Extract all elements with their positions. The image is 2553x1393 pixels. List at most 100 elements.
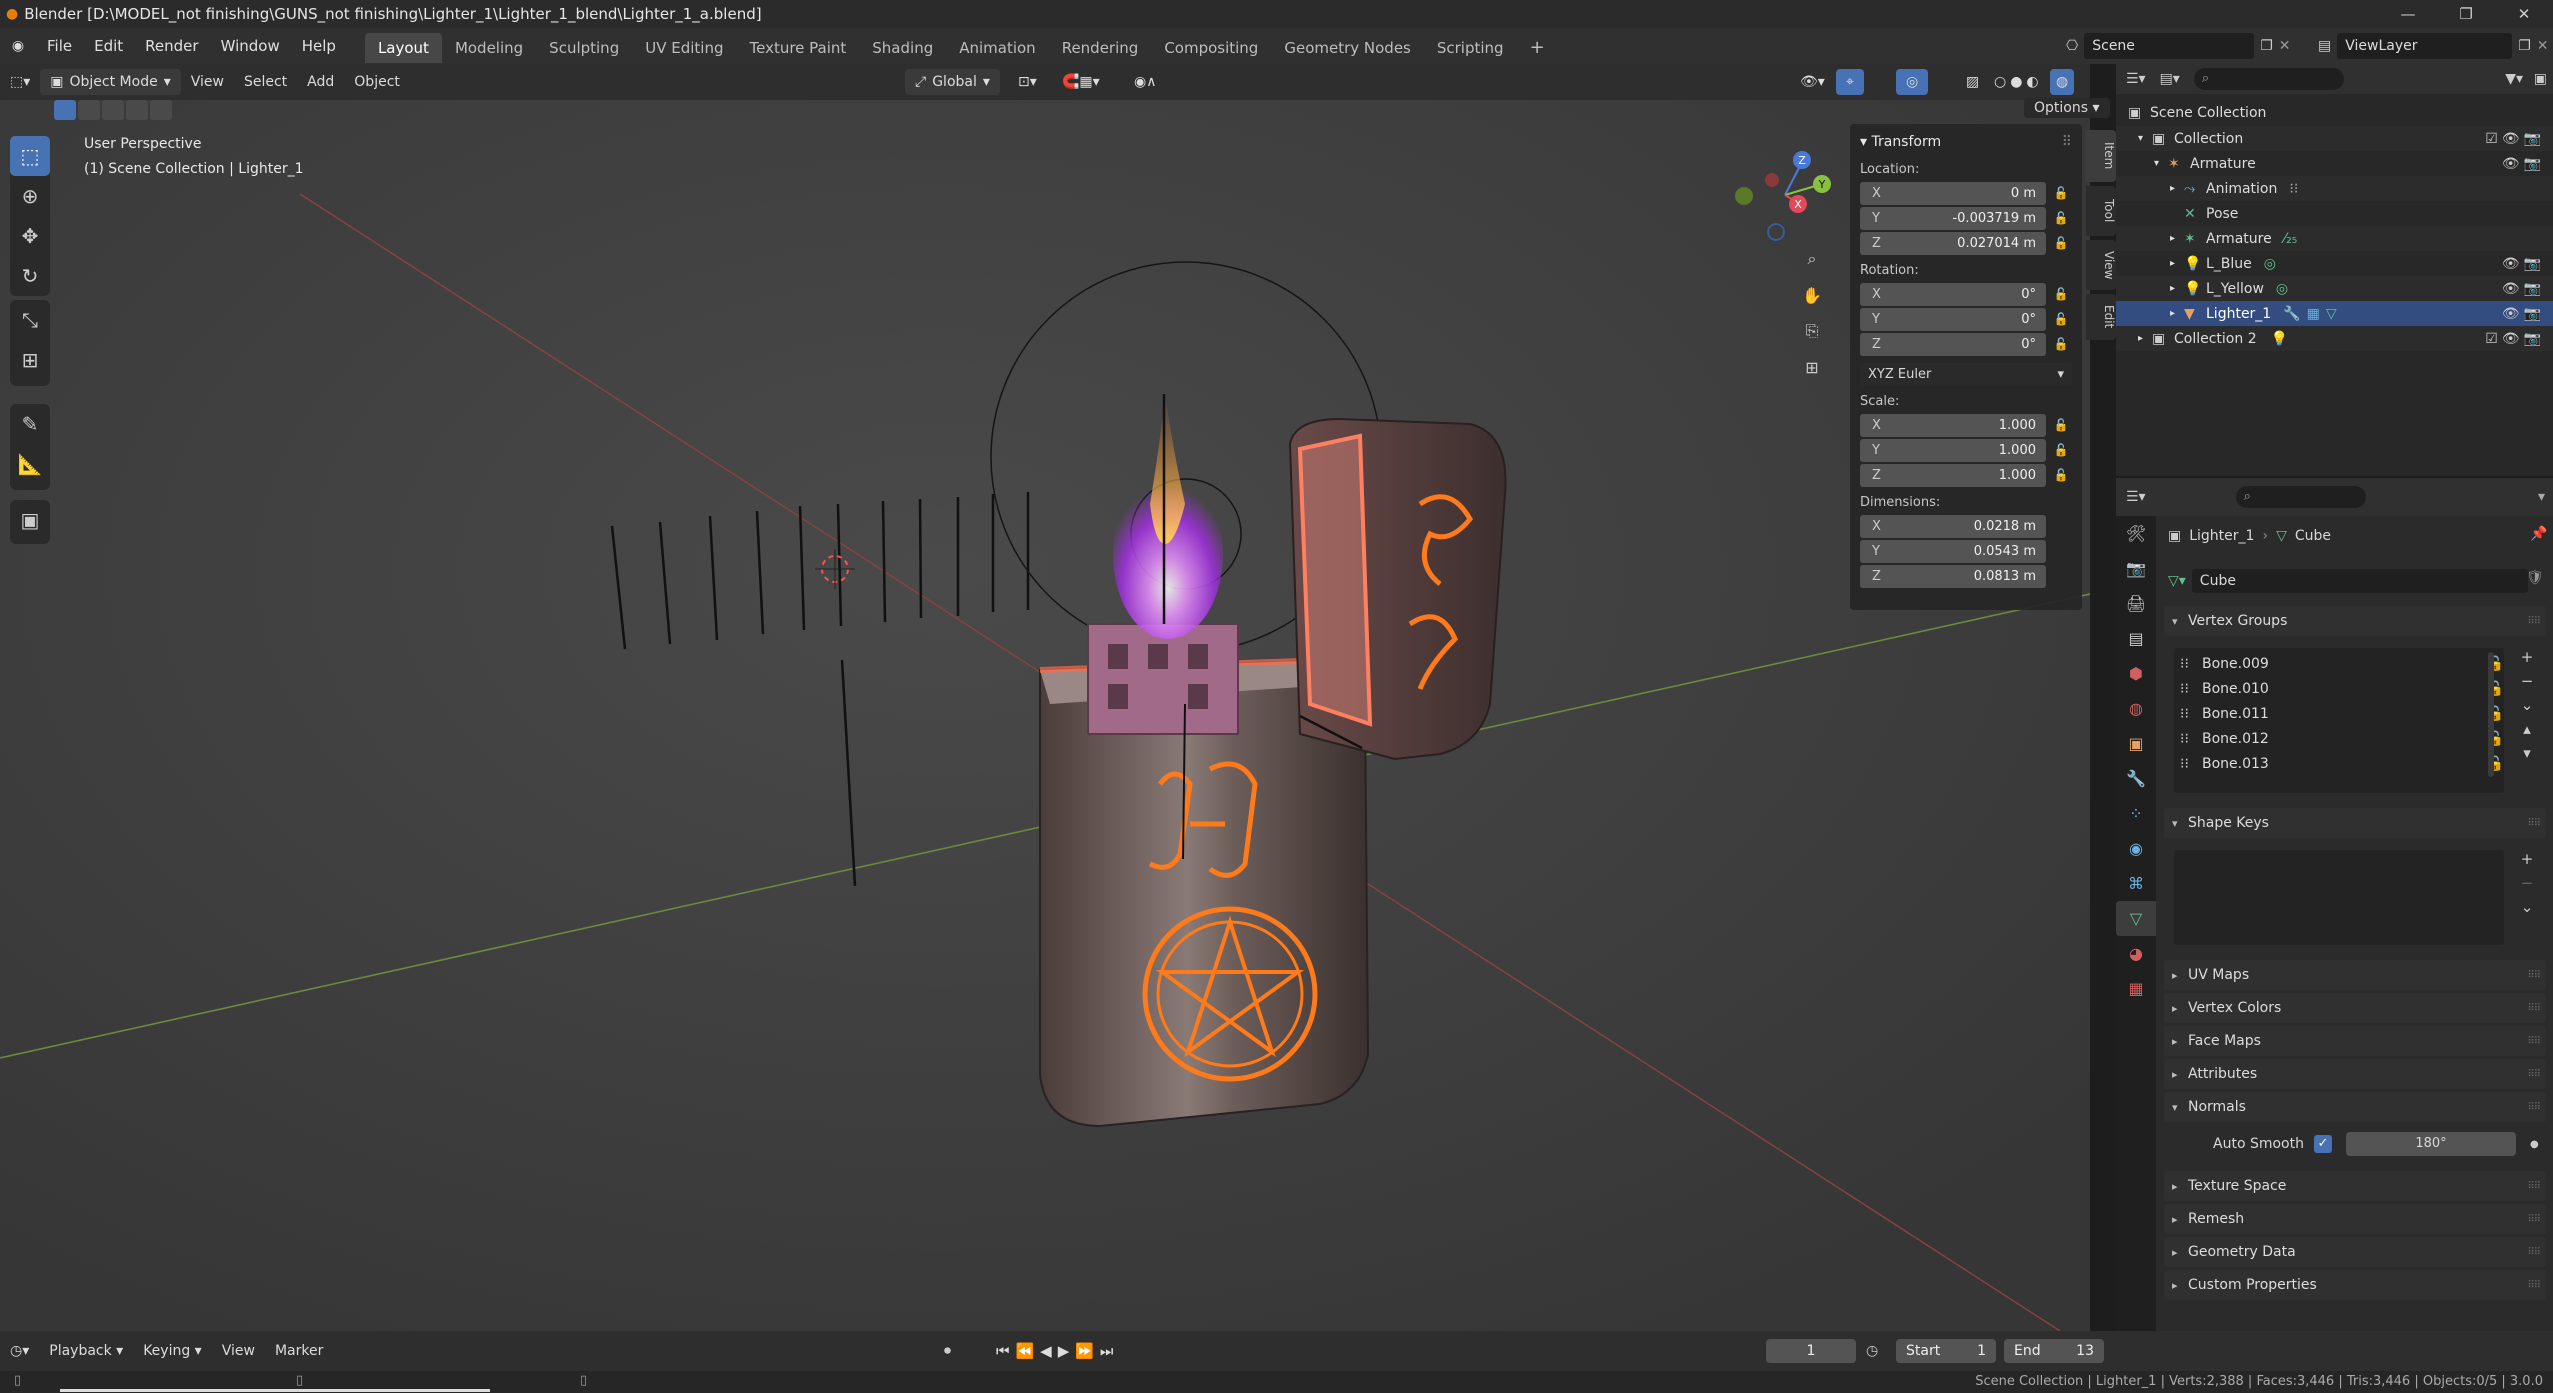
- list-item[interactable]: ⁝⁝ Bone.011 🔓: [2180, 702, 2504, 726]
- outliner-search-input[interactable]: ⌕: [2193, 68, 2344, 90]
- lock-icon[interactable]: 🔓: [2050, 468, 2072, 482]
- expand-arrow-icon[interactable]: ▸: [2138, 333, 2152, 344]
- expand-arrow-icon[interactable]: ▾: [2154, 158, 2168, 169]
- tab-animation[interactable]: Animation: [946, 33, 1048, 63]
- proportional-edit-icon[interactable]: ◉∧: [1124, 69, 1166, 95]
- mode-selector[interactable]: ▣ Object Mode ▾: [40, 69, 181, 95]
- uv-maps-header[interactable]: ▸ UV Maps ⠿⠿: [2164, 960, 2546, 990]
- view-layer-tab-icon[interactable]: ▤: [2116, 621, 2156, 656]
- mesh-data-tab-icon[interactable]: ▽: [2116, 901, 2156, 936]
- custom-properties-header[interactable]: ▸ Custom Properties ⠿⠿: [2164, 1270, 2546, 1300]
- menu-select[interactable]: Select: [234, 69, 297, 95]
- start-frame-field[interactable]: Start 1: [1896, 1339, 1996, 1363]
- tab-sculpting[interactable]: Sculpting: [536, 33, 632, 63]
- select-extend-icon[interactable]: [78, 100, 100, 120]
- cursor-tool[interactable]: ⊕: [10, 176, 50, 216]
- properties-options-icon[interactable]: ▾: [2538, 489, 2545, 505]
- row-toggles-icon[interactable]: 👁📷: [2502, 281, 2545, 297]
- menu-keying[interactable]: Keying ▾: [133, 1338, 212, 1364]
- lock-icon[interactable]: 🔓: [2050, 418, 2072, 432]
- expand-arrow-icon[interactable]: ▸: [2170, 183, 2184, 194]
- lock-icon[interactable]: 🔓: [2050, 287, 2072, 301]
- navigation-gizmo[interactable]: Z Y X: [1730, 140, 1840, 250]
- remove-shape-key-button[interactable]: −: [2516, 874, 2538, 892]
- object-tab-icon[interactable]: ▣: [2116, 726, 2156, 761]
- display-mode-icon[interactable]: ▤▾: [2160, 71, 2180, 87]
- gizmo-toggle-icon[interactable]: ⌖: [1836, 69, 1864, 95]
- list-item[interactable]: ⁝⁝ Bone.012 🔓: [2180, 727, 2504, 751]
- zoom-icon[interactable]: ⌕: [1796, 241, 1828, 277]
- vertex-group-menu-icon[interactable]: ⌄: [2516, 696, 2538, 714]
- particles-tab-icon[interactable]: ⁘: [2116, 796, 2156, 831]
- lock-icon[interactable]: 🔓: [2050, 312, 2072, 326]
- constraints-tab-icon[interactable]: ⌘: [2116, 866, 2156, 901]
- tab-uv-editing[interactable]: UV Editing: [632, 33, 736, 63]
- timeline-editor-icon[interactable]: ◷▾: [0, 1338, 39, 1364]
- close-button[interactable]: ✕: [2495, 0, 2553, 28]
- row-toggles-icon[interactable]: 👁📷: [2502, 256, 2545, 272]
- tab-rendering[interactable]: Rendering: [1049, 33, 1152, 63]
- face-maps-header[interactable]: ▸ Face Maps ⠿⠿: [2164, 1026, 2546, 1056]
- transform-header[interactable]: ▾ Transform ⠿: [1860, 130, 2072, 154]
- remove-vertex-group-button[interactable]: −: [2516, 672, 2538, 690]
- visibility-icon[interactable]: 👁▾: [1790, 69, 1835, 95]
- outliner-row-animation[interactable]: ▸ ⤳ Animation ⁝⁝: [2116, 176, 2553, 201]
- select-new-icon[interactable]: [54, 100, 76, 120]
- mesh-name-field[interactable]: Cube: [2191, 569, 2528, 593]
- row-toggles-icon[interactable]: ☑👁📷: [2485, 331, 2545, 347]
- attributes-header[interactable]: ▸ Attributes ⠿⠿: [2164, 1059, 2546, 1089]
- menu-view[interactable]: View: [181, 69, 234, 95]
- row-toggles-icon[interactable]: 👁📷: [2502, 156, 2545, 172]
- preview-range-icon[interactable]: ◷: [1866, 1343, 1878, 1359]
- output-tab-icon[interactable]: 🖨: [2116, 586, 2156, 621]
- lock-icon[interactable]: 🔓: [2050, 186, 2072, 200]
- playback-controls[interactable]: ⏮⏪◀▶⏩⏭: [996, 1342, 1119, 1360]
- tab-compositing[interactable]: Compositing: [1151, 33, 1271, 63]
- delete-scene-icon[interactable]: ✕: [2279, 38, 2291, 54]
- outliner-row-armature[interactable]: ▾ ✶ Armature 👁📷: [2116, 151, 2553, 176]
- outliner-row-pose[interactable]: ✕ Pose: [2116, 201, 2553, 226]
- rendered-shading-icon[interactable]: ◍: [2050, 69, 2075, 95]
- 3d-viewport[interactable]: ⬚ ⊕ ✥ ↻ ⤡ ⊞ ✎ 📐 ▣ User Perspective (1) S…: [0, 64, 2090, 1331]
- auto-smooth-angle-field[interactable]: 180°: [2346, 1132, 2516, 1156]
- mesh-datablock-icon[interactable]: ▽▾: [2168, 573, 2186, 589]
- normals-header[interactable]: ▾ Normals ⠿⠿: [2164, 1092, 2546, 1122]
- viewport-scene[interactable]: [0, 64, 2090, 1331]
- scale-y-field[interactable]: Y 1.000: [1860, 438, 2046, 462]
- render-tab-icon[interactable]: 📷: [2116, 551, 2156, 586]
- tool-tab-icon[interactable]: 🛠: [2116, 516, 2156, 551]
- transform-tool[interactable]: ⊞: [10, 340, 50, 380]
- menu-timeline-view[interactable]: View: [212, 1338, 265, 1364]
- menu-file[interactable]: File: [36, 28, 83, 64]
- physics-tab-icon[interactable]: ◉: [2116, 831, 2156, 866]
- vertex-groups-header[interactable]: ▾ Vertex Groups ⠿⠿: [2164, 606, 2546, 636]
- tab-geometry-nodes[interactable]: Geometry Nodes: [1271, 33, 1424, 63]
- tab-scripting[interactable]: Scripting: [1424, 33, 1517, 63]
- fake-user-icon[interactable]: 🛡: [2526, 570, 2544, 586]
- new-view-layer-icon[interactable]: ❐: [2518, 38, 2531, 54]
- keyframe-dot-icon[interactable]: ●: [2530, 1139, 2539, 1150]
- new-scene-icon[interactable]: ❐: [2260, 38, 2273, 54]
- expand-arrow-icon[interactable]: ▸: [2170, 258, 2184, 269]
- scale-tool[interactable]: ⤡: [10, 300, 50, 340]
- properties-editor-icon[interactable]: ☰▾: [2126, 489, 2146, 505]
- tab-item[interactable]: Item: [2086, 130, 2116, 182]
- editor-type-icon[interactable]: ⬚▾: [0, 69, 40, 95]
- list-item[interactable]: ⁝⁝ Bone.010 🔓: [2180, 677, 2504, 701]
- list-item[interactable]: ⁝⁝ Bone.009 🔓: [2180, 652, 2504, 676]
- auto-smooth-checkbox[interactable]: ✓: [2314, 1135, 2332, 1153]
- expand-arrow-icon[interactable]: ▸: [2170, 233, 2184, 244]
- dimensions-y-field[interactable]: Y 0.0543 m: [1860, 539, 2046, 563]
- location-z-field[interactable]: Z 0.027014 m: [1860, 231, 2046, 255]
- move-tool[interactable]: ✥: [10, 216, 50, 256]
- menu-playback[interactable]: Playback ▾: [39, 1338, 133, 1364]
- remesh-header[interactable]: ▸ Remesh ⠿⠿: [2164, 1204, 2546, 1234]
- row-toggles-icon[interactable]: ☑👁📷: [2485, 131, 2545, 147]
- add-vertex-group-button[interactable]: +: [2516, 648, 2538, 666]
- menu-add[interactable]: Add: [297, 69, 344, 95]
- outliner-row-collection[interactable]: ▾ ▣ Collection ☑👁📷: [2116, 126, 2553, 151]
- annotate-tool[interactable]: ✎: [10, 404, 50, 444]
- current-frame-field[interactable]: 1: [1766, 1339, 1856, 1363]
- shape-keys-header[interactable]: ▾ Shape Keys ⠿⠿: [2164, 808, 2546, 838]
- move-down-icon[interactable]: ▾: [2516, 744, 2538, 762]
